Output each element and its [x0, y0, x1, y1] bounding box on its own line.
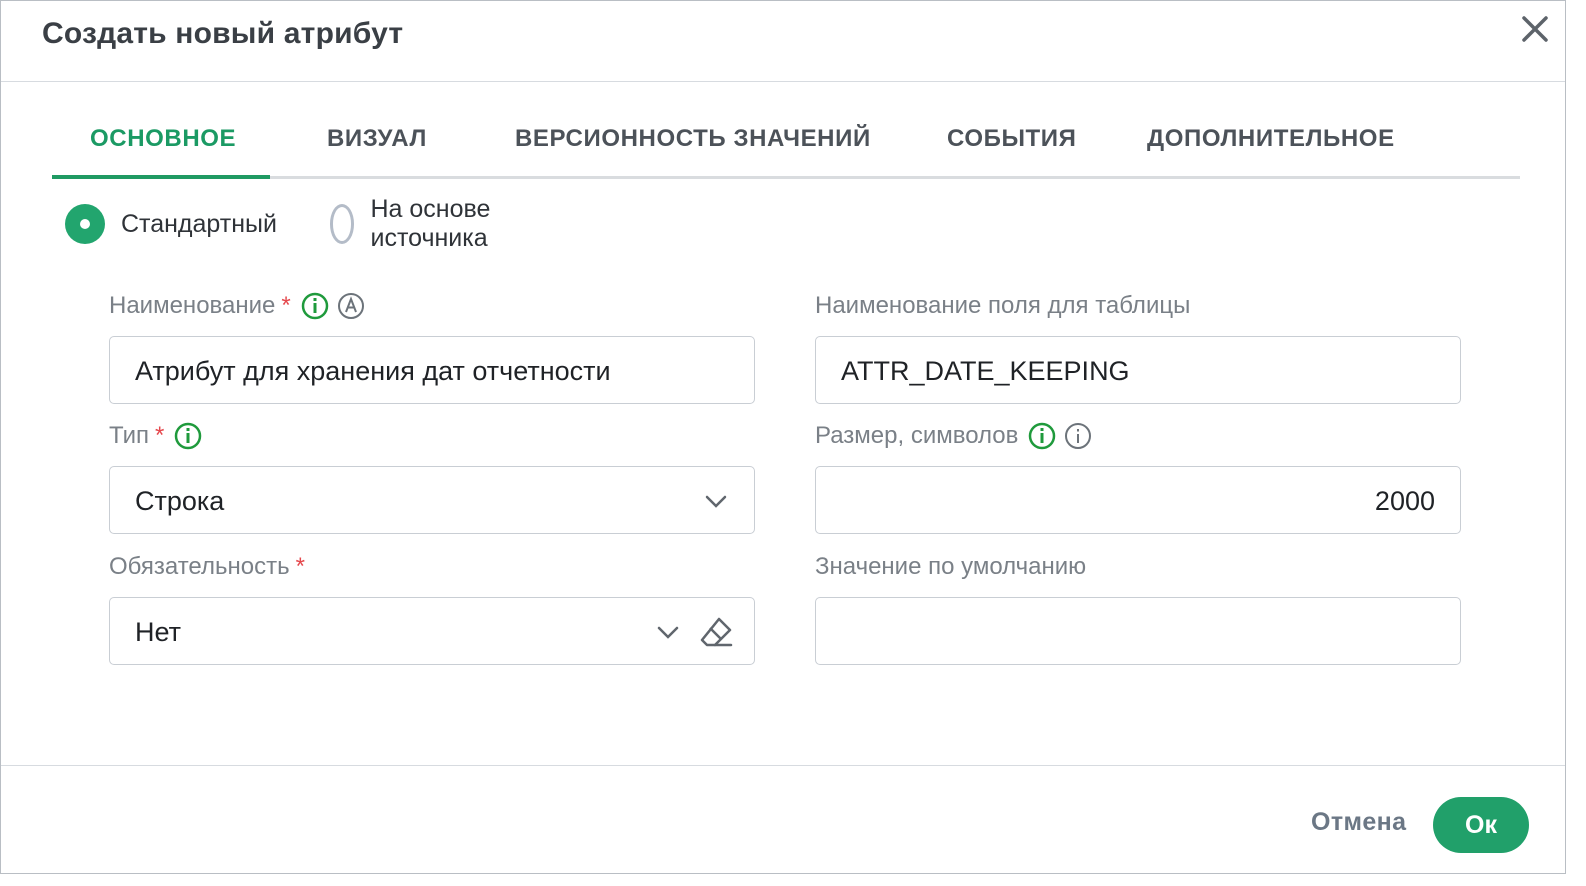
tab-value-versioning[interactable]: ВЕРСИОННОСТЬ ЗНАЧЕНИЙ [515, 125, 871, 153]
required-asterisk: * [155, 422, 165, 449]
table-field-input[interactable]: ATTR_DATE_KEEPING [815, 336, 1461, 404]
ok-button[interactable]: Ок [1433, 797, 1529, 853]
cancel-button[interactable]: Отмена [1311, 808, 1407, 837]
radio-standard[interactable]: Стандартный [65, 202, 277, 246]
tab-additional[interactable]: ДОПОЛНИТЕЛЬНОЕ [1147, 125, 1395, 153]
size-input-value: 2000 [1374, 486, 1435, 516]
default-label-row: Значение по умолчанию [815, 553, 1086, 581]
mandatory-select-value: Нет [135, 617, 181, 647]
tab-bar-divider [52, 176, 1520, 179]
chevron-down-icon[interactable] [704, 489, 728, 513]
radio-checked-icon [65, 204, 105, 244]
name-label-row: Наименование * [109, 292, 365, 320]
name-input-value: Атрибут для хранения дат отчетности [135, 356, 611, 386]
mandatory-label-row: Обязательность * [109, 553, 305, 581]
tab-bar: ОСНОВНОЕ ВИЗУАЛ ВЕРСИОННОСТЬ ЗНАЧЕНИЙ СО… [52, 81, 1520, 179]
type-select[interactable]: Строка [109, 466, 755, 534]
info-icon[interactable] [1064, 422, 1092, 450]
auto-translate-icon[interactable] [337, 292, 365, 320]
type-label: Тип [109, 422, 150, 449]
required-asterisk: * [281, 292, 291, 319]
table-field-label-row: Наименование поля для таблицы [815, 292, 1190, 320]
default-value-input[interactable] [815, 597, 1461, 665]
tab-visual[interactable]: ВИЗУАЛ [327, 125, 427, 153]
table-field-input-value: ATTR_DATE_KEEPING [841, 356, 1130, 386]
name-label: Наименование [109, 292, 276, 319]
tab-main[interactable]: ОСНОВНОЕ [90, 125, 236, 153]
chevron-down-icon[interactable] [656, 620, 680, 644]
active-tab-indicator [52, 175, 270, 179]
create-attribute-dialog: Создать новый атрибут ОСНОВНОЕ ВИЗУАЛ ВЕ… [0, 0, 1566, 874]
mandatory-label: Обязательность [109, 553, 290, 580]
name-input[interactable]: Атрибут для хранения дат отчетности [109, 336, 755, 404]
radio-source-based-label: На основе источника [370, 195, 491, 252]
eraser-icon[interactable] [698, 614, 734, 650]
dialog-header: Создать новый атрибут [1, 1, 1565, 82]
info-green-icon[interactable] [174, 422, 202, 450]
close-button[interactable] [1515, 9, 1555, 49]
default-value-label: Значение по умолчанию [815, 553, 1087, 580]
type-label-row: Тип * [109, 422, 202, 450]
radio-source-based[interactable]: На основе источника [330, 195, 503, 252]
table-field-label: Наименование поля для таблицы [815, 292, 1191, 319]
required-asterisk: * [295, 553, 305, 580]
size-label-row: Размер, символов [815, 422, 1092, 450]
dialog-footer: Отмена Ок [1, 765, 1565, 873]
radio-standard-label: Стандартный [121, 209, 277, 238]
dialog-title: Создать новый атрибут [42, 17, 404, 50]
mandatory-select[interactable]: Нет [109, 597, 755, 665]
size-input[interactable]: 2000 [815, 466, 1461, 534]
tab-events[interactable]: СОБЫТИЯ [947, 125, 1077, 153]
type-select-value: Строка [135, 486, 225, 516]
info-green-icon[interactable] [1028, 422, 1056, 450]
radio-unchecked-icon [330, 204, 355, 244]
close-icon [1522, 16, 1548, 42]
info-green-icon[interactable] [301, 292, 329, 320]
size-label: Размер, символов [815, 422, 1019, 449]
